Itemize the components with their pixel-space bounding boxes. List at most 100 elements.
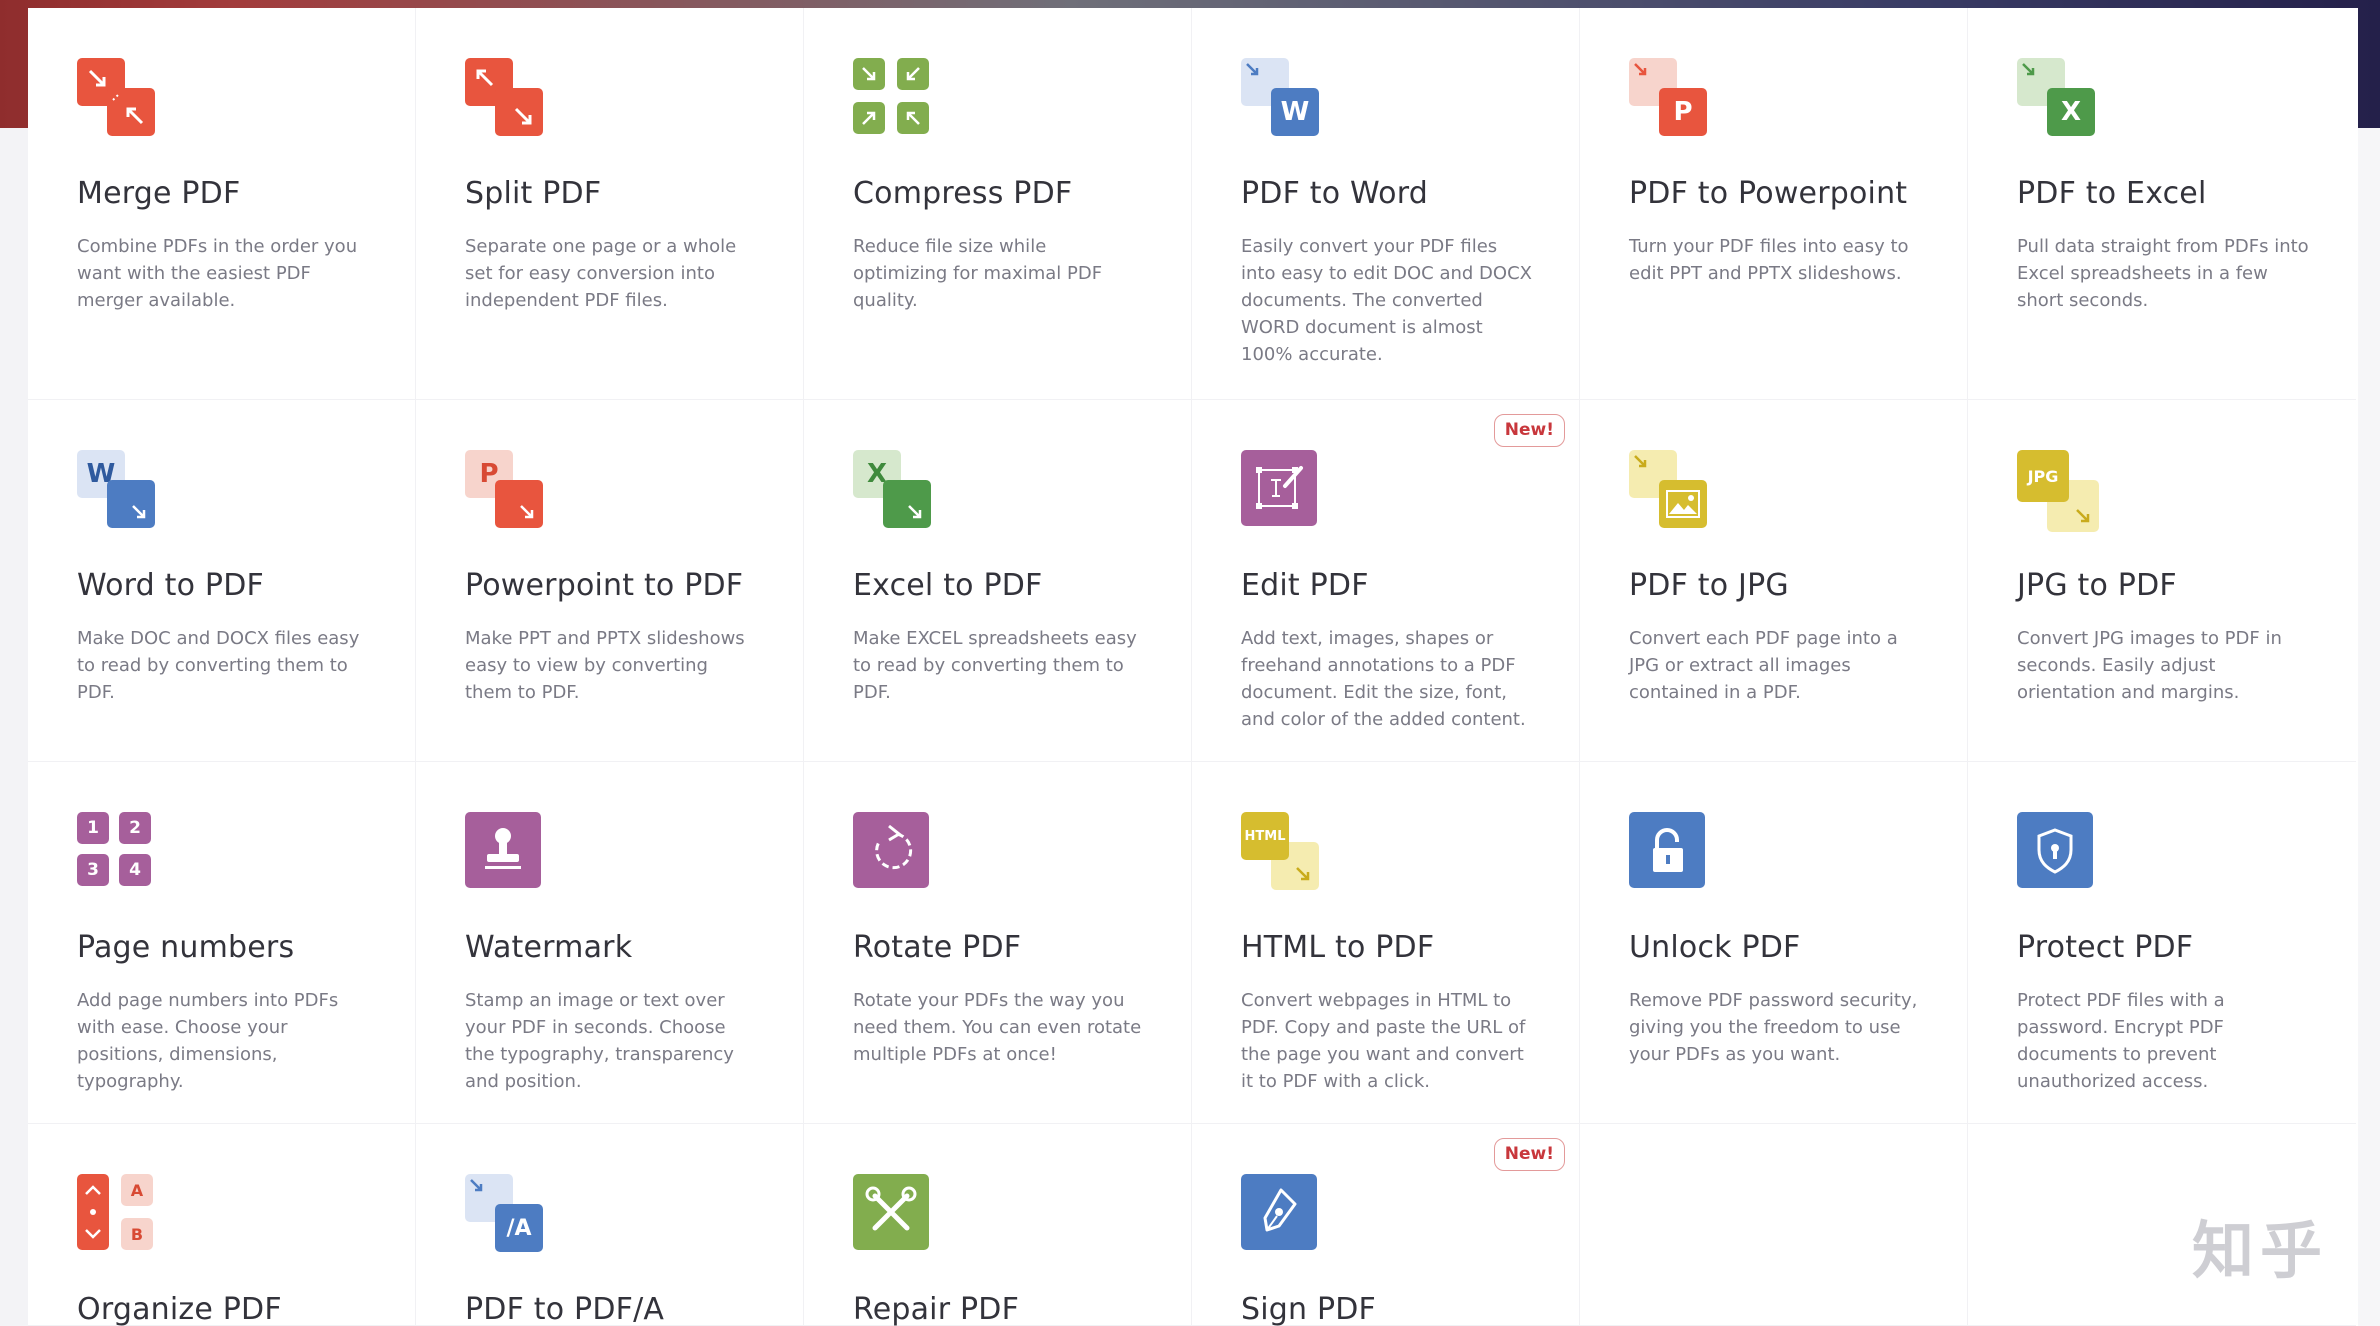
pdf-to-excel-icon: X: [2017, 58, 2095, 136]
pdf-to-pdfa-icon: /A: [465, 1174, 543, 1252]
page-number-digit: 2: [119, 812, 151, 844]
tool-card-pdf-to-excel[interactable]: X PDF to Excel Pull data straight from P…: [1968, 8, 2356, 400]
tool-card-split-pdf[interactable]: Split PDF Separate one page or a whole s…: [416, 8, 804, 400]
tool-card-page-numbers[interactable]: 1 2 3 4 Page numbers Add page numbers in…: [28, 762, 416, 1124]
tool-card-word-to-pdf[interactable]: W Word to PDF Make DOC and DOCX files ea…: [28, 400, 416, 762]
tool-title: Excel to PDF: [853, 568, 1043, 603]
powerpoint-letter: P: [1659, 88, 1707, 136]
page-number-digit: 3: [77, 854, 109, 886]
tool-description: Convert webpages in HTML to PDF. Copy an…: [1241, 990, 1526, 1092]
tool-title: PDF to JPG: [1629, 568, 1789, 603]
empty-cell: [1580, 1124, 1968, 1326]
html-to-pdf-icon: HTML: [1241, 812, 1319, 890]
tool-title: Powerpoint to PDF: [465, 568, 744, 603]
tool-card-unlock-pdf[interactable]: Unlock PDF Remove PDF password security,…: [1580, 762, 1968, 1124]
tool-card-repair-pdf[interactable]: Repair PDF: [804, 1124, 1192, 1326]
tool-title: PDF to PDF/A: [465, 1292, 665, 1326]
tool-title: Organize PDF: [77, 1292, 282, 1326]
powerpoint-to-pdf-icon: P: [465, 450, 543, 528]
tool-description: Convert JPG images to PDF in seconds. Ea…: [2017, 628, 2282, 703]
zhihu-watermark: 知乎: [2191, 1214, 2328, 1287]
tool-card-sign-pdf[interactable]: New! Sign PDF: [1192, 1124, 1580, 1326]
organize-letter: B: [121, 1218, 153, 1250]
tool-description: Easily convert your PDF files into easy …: [1241, 236, 1532, 365]
pdf-to-word-icon: W: [1241, 58, 1319, 136]
tool-title: Watermark: [465, 930, 633, 965]
tool-title: Split PDF: [465, 176, 602, 211]
rotate-icon: [853, 812, 931, 890]
tool-title: Word to PDF: [77, 568, 264, 603]
tool-title: Compress PDF: [853, 176, 1073, 211]
tool-description: Combine PDFs in the order you want with …: [77, 236, 358, 311]
tool-title: JPG to PDF: [2017, 568, 2177, 603]
tool-description: Make PPT and PPTX slideshows easy to vie…: [465, 628, 745, 703]
tool-card-organize-pdf[interactable]: A B Organize PDF: [28, 1124, 416, 1326]
tool-description: Make EXCEL spreadsheets easy to read by …: [853, 628, 1137, 703]
tool-description: Turn your PDF files into easy to edit PP…: [1629, 236, 1909, 284]
tool-card-pdf-to-jpg[interactable]: PDF to JPG Convert each PDF page into a …: [1580, 400, 1968, 762]
stamp-icon: [465, 812, 543, 890]
tool-card-rotate-pdf[interactable]: Rotate PDF Rotate your PDFs the way you …: [804, 762, 1192, 1124]
pdf-to-powerpoint-icon: P: [1629, 58, 1707, 136]
tool-description: Make DOC and DOCX files easy to read by …: [77, 628, 360, 703]
tool-card-edit-pdf[interactable]: New! Edit PDF Add text, images, shapes o…: [1192, 400, 1580, 762]
tool-description: Pull data straight from PDFs into Excel …: [2017, 236, 2309, 311]
tool-description: Convert each PDF page into a JPG or extr…: [1629, 628, 1898, 703]
tool-title: Merge PDF: [77, 176, 241, 211]
pdf-to-jpg-icon: [1629, 450, 1707, 528]
tool-card-pdf-to-pdfa[interactable]: /A PDF to PDF/A: [416, 1124, 804, 1326]
split-icon: [465, 58, 543, 136]
organize-letter: A: [121, 1174, 153, 1206]
tool-card-excel-to-pdf[interactable]: X Excel to PDF Make EXCEL spreadsheets e…: [804, 400, 1192, 762]
tool-card-merge-pdf[interactable]: Merge PDF Combine PDFs in the order you …: [28, 8, 416, 400]
tool-description: Separate one page or a whole set for eas…: [465, 236, 737, 311]
excel-letter: X: [2047, 88, 2095, 136]
tool-title: Repair PDF: [853, 1292, 1020, 1326]
tool-title: PDF to Word: [1241, 176, 1428, 211]
page-background: [0, 128, 28, 1326]
tool-description: Rotate your PDFs the way you need them. …: [853, 990, 1142, 1065]
tool-description: Protect PDF files with a password. Encry…: [2017, 990, 2225, 1092]
tool-card-protect-pdf[interactable]: Protect PDF Protect PDF files with a pas…: [1968, 762, 2356, 1124]
tool-card-pdf-to-powerpoint[interactable]: P PDF to Powerpoint Turn your PDF files …: [1580, 8, 1968, 400]
tool-card-powerpoint-to-pdf[interactable]: P Powerpoint to PDF Make PPT and PPTX sl…: [416, 400, 804, 762]
tool-title: Edit PDF: [1241, 568, 1369, 603]
tool-card-watermark[interactable]: Watermark Stamp an image or text over yo…: [416, 762, 804, 1124]
tools-grid: Merge PDF Combine PDFs in the order you …: [28, 8, 2358, 1326]
word-letter: W: [1271, 88, 1319, 136]
page-number-digit: 1: [77, 812, 109, 844]
tool-card-pdf-to-word[interactable]: W PDF to Word Easily convert your PDF fi…: [1192, 8, 1580, 400]
new-badge: New!: [1493, 1138, 1565, 1171]
tool-title: PDF to Excel: [2017, 176, 2207, 211]
organize-icon: A B: [77, 1174, 155, 1252]
edit-pdf-icon: [1241, 450, 1319, 528]
tool-description: Reduce file size while optimizing for ma…: [853, 236, 1103, 311]
tool-card-jpg-to-pdf[interactable]: JPG JPG to PDF Convert JPG images to PDF…: [1968, 400, 2356, 762]
jpg-to-pdf-icon: JPG: [2017, 450, 2099, 532]
unlock-icon: [1629, 812, 1707, 890]
tool-description: Add page numbers into PDFs with ease. Ch…: [77, 990, 339, 1092]
tool-description: Add text, images, shapes or freehand ann…: [1241, 628, 1526, 730]
compress-icon: [853, 58, 931, 136]
tool-description: Stamp an image or text over your PDF in …: [465, 990, 734, 1092]
tool-card-html-to-pdf[interactable]: HTML HTML to PDF Convert webpages in HTM…: [1192, 762, 1580, 1124]
tool-title: Protect PDF: [2017, 930, 2194, 965]
sign-pen-icon: [1241, 1174, 1319, 1252]
shield-icon: [2017, 812, 2095, 890]
excel-to-pdf-icon: X: [853, 450, 931, 528]
tool-title: PDF to Powerpoint: [1629, 176, 1908, 211]
tool-title: Unlock PDF: [1629, 930, 1801, 965]
tool-title: HTML to PDF: [1241, 930, 1435, 965]
tool-title: Sign PDF: [1241, 1292, 1377, 1326]
repair-icon: [853, 1174, 931, 1252]
tool-card-compress-pdf[interactable]: Compress PDF Reduce file size while opti…: [804, 8, 1192, 400]
tool-title: Rotate PDF: [853, 930, 1022, 965]
merge-icon: [77, 58, 155, 136]
word-to-pdf-icon: W: [77, 450, 155, 528]
page-number-digit: 4: [119, 854, 151, 886]
pdfa-label: /A: [495, 1204, 543, 1252]
tool-description: Remove PDF password security, giving you…: [1629, 990, 1918, 1065]
new-badge: New!: [1493, 414, 1565, 447]
page-numbers-icon: 1 2 3 4: [77, 812, 155, 890]
tool-title: Page numbers: [77, 930, 295, 965]
